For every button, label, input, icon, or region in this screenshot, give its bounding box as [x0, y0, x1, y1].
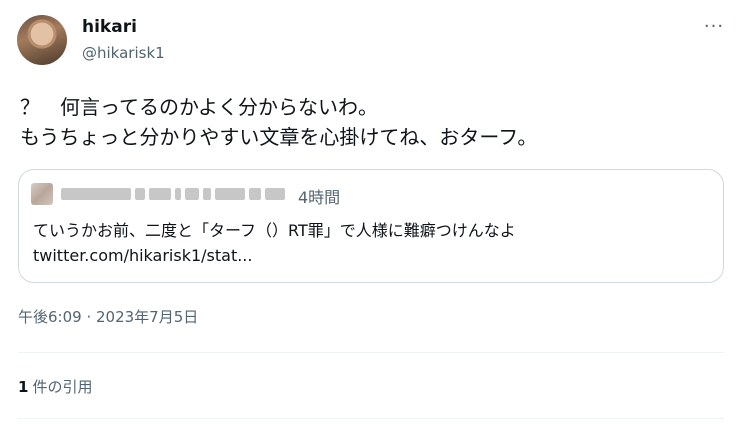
quote-count-number: 1 — [18, 378, 29, 396]
quoted-avatar — [31, 183, 53, 205]
tweet-text: ？ 何言ってるのかよく分からないわ。 もうちょっと分かりやすい文章を心掛けてね、… — [20, 95, 538, 149]
author-display-name[interactable]: hikari — [82, 17, 137, 37]
tweet: hikari @hikarisk1 ··· ？ 何言ってるのかよく分からないわ。… — [0, 0, 740, 429]
more-options-icon[interactable]: ··· — [702, 14, 726, 38]
quoted-text: ていうかお前、二度と「ターフ（）RT罪」で人様に難癖つけんなよ — [33, 221, 516, 240]
divider — [18, 418, 724, 419]
quoted-tweet-card[interactable]: 4時間 ていうかお前、二度と「ターフ（）RT罪」で人様に難癖つけんなよ twit… — [18, 169, 724, 283]
quoted-link[interactable]: twitter.com/hikarisk1/stat... — [33, 246, 252, 265]
quoted-author-blurred — [61, 187, 297, 201]
quote-count-link[interactable]: 1 件の引用 — [18, 376, 92, 397]
tweet-timestamp[interactable]: 午後6:09 · 2023年7月5日 — [18, 306, 198, 327]
divider — [18, 352, 724, 353]
quote-count-label: 件の引用 — [32, 378, 93, 396]
avatar[interactable] — [17, 15, 67, 65]
author-handle[interactable]: @hikarisk1 — [82, 44, 165, 62]
quoted-time: 4時間 — [298, 188, 341, 207]
